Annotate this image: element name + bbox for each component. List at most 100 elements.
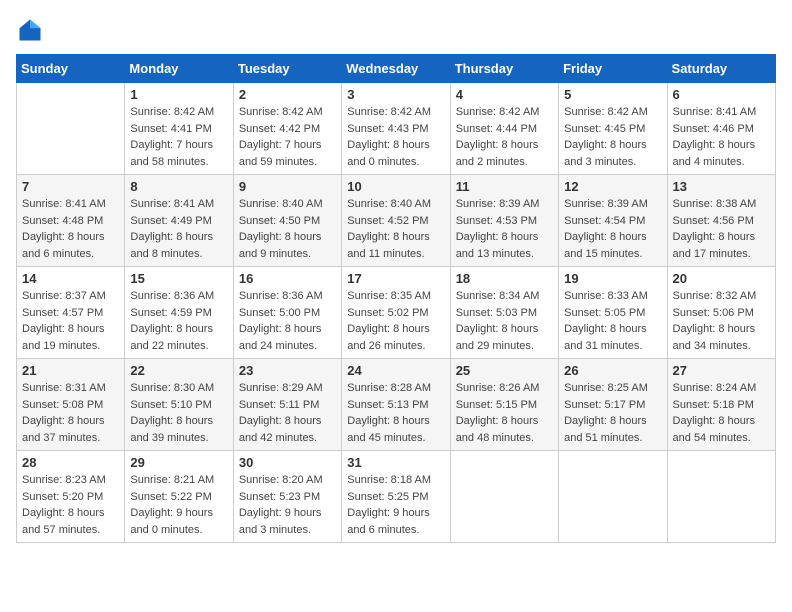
day-info: Sunrise: 8:38 AMSunset: 4:56 PMDaylight:… bbox=[673, 196, 770, 262]
day-number: 9 bbox=[239, 179, 336, 194]
calendar-cell: 18 Sunrise: 8:34 AMSunset: 5:03 PMDayligh… bbox=[450, 267, 558, 359]
calendar-cell: 4 Sunrise: 8:42 AMSunset: 4:44 PMDaylight… bbox=[450, 83, 558, 175]
calendar-cell: 24 Sunrise: 8:28 AMSunset: 5:13 PMDayligh… bbox=[342, 359, 450, 451]
calendar-cell: 16 Sunrise: 8:36 AMSunset: 5:00 PMDayligh… bbox=[233, 267, 341, 359]
calendar-cell: 1 Sunrise: 8:42 AMSunset: 4:41 PMDaylight… bbox=[125, 83, 233, 175]
day-info: Sunrise: 8:36 AMSunset: 4:59 PMDaylight:… bbox=[130, 288, 227, 354]
calendar-cell: 14Sunrise: 8:37 AMSunset: 4:57 PMDayligh… bbox=[17, 267, 125, 359]
day-number: 6 bbox=[673, 87, 770, 102]
day-number: 13 bbox=[673, 179, 770, 194]
day-info: Sunrise: 8:42 AMSunset: 4:43 PMDaylight:… bbox=[347, 104, 444, 170]
day-number: 25 bbox=[456, 363, 553, 378]
header-wednesday: Wednesday bbox=[342, 55, 450, 83]
day-number: 18 bbox=[456, 271, 553, 286]
day-number: 11 bbox=[456, 179, 553, 194]
calendar-cell: 5Sunrise: 8:42 AMSunset: 4:45 PMDaylight… bbox=[559, 83, 667, 175]
calendar-cell: 10 Sunrise: 8:40 AMSunset: 4:52 PMDayligh… bbox=[342, 175, 450, 267]
calendar-cell: 7 Sunrise: 8:41 AMSunset: 4:48 PMDaylight… bbox=[17, 175, 125, 267]
calendar-cell: 8 Sunrise: 8:41 AMSunset: 4:49 PMDaylight… bbox=[125, 175, 233, 267]
day-info: Sunrise: 8:24 AMSunset: 5:18 PMDaylight:… bbox=[673, 380, 770, 446]
calendar-cell: 25 Sunrise: 8:26 AMSunset: 5:15 PMDayligh… bbox=[450, 359, 558, 451]
calendar-cell: 6 Sunrise: 8:41 AMSunset: 4:46 PMDaylight… bbox=[667, 83, 775, 175]
day-number: 24 bbox=[347, 363, 444, 378]
week-row-3: 21Sunrise: 8:31 AMSunset: 5:08 PMDayligh… bbox=[17, 359, 776, 451]
logo-icon bbox=[16, 16, 44, 44]
day-info: Sunrise: 8:18 AMSunset: 5:25 PMDaylight:… bbox=[347, 472, 444, 538]
day-number: 8 bbox=[130, 179, 227, 194]
day-info: Sunrise: 8:28 AMSunset: 5:13 PMDaylight:… bbox=[347, 380, 444, 446]
day-number: 15 bbox=[130, 271, 227, 286]
day-info: Sunrise: 8:34 AMSunset: 5:03 PMDaylight:… bbox=[456, 288, 553, 354]
day-number: 14 bbox=[22, 271, 119, 286]
calendar-cell: 2 Sunrise: 8:42 AMSunset: 4:42 PMDaylight… bbox=[233, 83, 341, 175]
day-info: Sunrise: 8:42 AMSunset: 4:42 PMDaylight:… bbox=[239, 104, 336, 170]
day-number: 28 bbox=[22, 455, 119, 470]
day-number: 1 bbox=[130, 87, 227, 102]
calendar-cell: 26 Sunrise: 8:25 AMSunset: 5:17 PMDayligh… bbox=[559, 359, 667, 451]
calendar-cell bbox=[17, 83, 125, 175]
day-info: Sunrise: 8:39 AMSunset: 4:54 PMDaylight:… bbox=[564, 196, 661, 262]
header-friday: Friday bbox=[559, 55, 667, 83]
header-sunday: Sunday bbox=[17, 55, 125, 83]
logo bbox=[16, 16, 48, 44]
day-info: Sunrise: 8:40 AMSunset: 4:52 PMDaylight:… bbox=[347, 196, 444, 262]
day-info: Sunrise: 8:23 AMSunset: 5:20 PMDaylight:… bbox=[22, 472, 119, 538]
calendar-cell bbox=[559, 451, 667, 543]
day-number: 29 bbox=[130, 455, 227, 470]
header-tuesday: Tuesday bbox=[233, 55, 341, 83]
day-info: Sunrise: 8:36 AMSunset: 5:00 PMDaylight:… bbox=[239, 288, 336, 354]
day-info: Sunrise: 8:29 AMSunset: 5:11 PMDaylight:… bbox=[239, 380, 336, 446]
day-info: Sunrise: 8:20 AMSunset: 5:23 PMDaylight:… bbox=[239, 472, 336, 538]
day-number: 12 bbox=[564, 179, 661, 194]
day-info: Sunrise: 8:35 AMSunset: 5:02 PMDaylight:… bbox=[347, 288, 444, 354]
header-thursday: Thursday bbox=[450, 55, 558, 83]
calendar-cell: 15 Sunrise: 8:36 AMSunset: 4:59 PMDayligh… bbox=[125, 267, 233, 359]
calendar-cell: 30 Sunrise: 8:20 AMSunset: 5:23 PMDayligh… bbox=[233, 451, 341, 543]
calendar-cell: 27Sunrise: 8:24 AMSunset: 5:18 PMDayligh… bbox=[667, 359, 775, 451]
day-info: Sunrise: 8:42 AMSunset: 4:45 PMDaylight:… bbox=[564, 104, 661, 170]
calendar-cell: 28 Sunrise: 8:23 AMSunset: 5:20 PMDayligh… bbox=[17, 451, 125, 543]
day-number: 2 bbox=[239, 87, 336, 102]
header-saturday: Saturday bbox=[667, 55, 775, 83]
header-monday: Monday bbox=[125, 55, 233, 83]
day-number: 17 bbox=[347, 271, 444, 286]
day-info: Sunrise: 8:40 AMSunset: 4:50 PMDaylight:… bbox=[239, 196, 336, 262]
calendar-cell: 29Sunrise: 8:21 AMSunset: 5:22 PMDayligh… bbox=[125, 451, 233, 543]
calendar-cell: 9 Sunrise: 8:40 AMSunset: 4:50 PMDaylight… bbox=[233, 175, 341, 267]
day-info: Sunrise: 8:42 AMSunset: 4:41 PMDaylight:… bbox=[130, 104, 227, 170]
day-info: Sunrise: 8:41 AMSunset: 4:48 PMDaylight:… bbox=[22, 196, 119, 262]
calendar-cell: 31 Sunrise: 8:18 AMSunset: 5:25 PMDayligh… bbox=[342, 451, 450, 543]
calendar-table: SundayMondayTuesdayWednesdayThursdayFrid… bbox=[16, 54, 776, 543]
day-info: Sunrise: 8:26 AMSunset: 5:15 PMDaylight:… bbox=[456, 380, 553, 446]
day-info: Sunrise: 8:42 AMSunset: 4:44 PMDaylight:… bbox=[456, 104, 553, 170]
day-number: 3 bbox=[347, 87, 444, 102]
day-number: 31 bbox=[347, 455, 444, 470]
day-info: Sunrise: 8:41 AMSunset: 4:49 PMDaylight:… bbox=[130, 196, 227, 262]
week-row-4: 28 Sunrise: 8:23 AMSunset: 5:20 PMDayligh… bbox=[17, 451, 776, 543]
header bbox=[16, 16, 776, 44]
day-info: Sunrise: 8:39 AMSunset: 4:53 PMDaylight:… bbox=[456, 196, 553, 262]
day-number: 4 bbox=[456, 87, 553, 102]
day-info: Sunrise: 8:41 AMSunset: 4:46 PMDaylight:… bbox=[673, 104, 770, 170]
day-number: 16 bbox=[239, 271, 336, 286]
week-row-1: 7 Sunrise: 8:41 AMSunset: 4:48 PMDaylight… bbox=[17, 175, 776, 267]
calendar-cell bbox=[667, 451, 775, 543]
calendar-cell: 22Sunrise: 8:30 AMSunset: 5:10 PMDayligh… bbox=[125, 359, 233, 451]
calendar-cell bbox=[450, 451, 558, 543]
calendar-cell: 20Sunrise: 8:32 AMSunset: 5:06 PMDayligh… bbox=[667, 267, 775, 359]
calendar-cell: 11 Sunrise: 8:39 AMSunset: 4:53 PMDayligh… bbox=[450, 175, 558, 267]
day-number: 26 bbox=[564, 363, 661, 378]
day-number: 19 bbox=[564, 271, 661, 286]
header-row: SundayMondayTuesdayWednesdayThursdayFrid… bbox=[17, 55, 776, 83]
calendar-cell: 13 Sunrise: 8:38 AMSunset: 4:56 PMDayligh… bbox=[667, 175, 775, 267]
calendar-cell: 21Sunrise: 8:31 AMSunset: 5:08 PMDayligh… bbox=[17, 359, 125, 451]
day-number: 23 bbox=[239, 363, 336, 378]
day-number: 30 bbox=[239, 455, 336, 470]
week-row-2: 14Sunrise: 8:37 AMSunset: 4:57 PMDayligh… bbox=[17, 267, 776, 359]
day-number: 10 bbox=[347, 179, 444, 194]
day-number: 20 bbox=[673, 271, 770, 286]
day-number: 7 bbox=[22, 179, 119, 194]
calendar-cell: 12 Sunrise: 8:39 AMSunset: 4:54 PMDayligh… bbox=[559, 175, 667, 267]
day-number: 21 bbox=[22, 363, 119, 378]
day-info: Sunrise: 8:25 AMSunset: 5:17 PMDaylight:… bbox=[564, 380, 661, 446]
